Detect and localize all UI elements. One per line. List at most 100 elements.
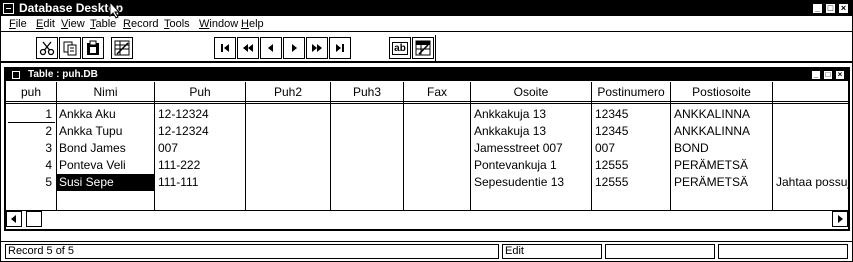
first-record-button[interactable] — [214, 37, 236, 59]
scroll-left-button[interactable] — [6, 211, 22, 227]
column-divider — [330, 102, 331, 210]
cell-puh[interactable]: 1 — [8, 106, 55, 123]
column-header-puh3[interactable]: Puh3 — [331, 82, 404, 102]
table-window-title: Table : puh.DB — [28, 69, 98, 80]
cell-postiosoite[interactable]: BOND — [674, 140, 771, 157]
last-record-button[interactable] — [329, 37, 351, 59]
status-bar: Record 5 of 5 Edit — [1, 241, 852, 261]
table-system-menu-icon[interactable] — [12, 71, 20, 79]
cell-nimi-selected[interactable]: Susi Sepe — [57, 174, 154, 191]
cell-postinumero[interactable]: 007 — [595, 140, 669, 157]
menu-bar: File Edit View Table Record Tools Window… — [1, 16, 852, 32]
copy-button[interactable] — [59, 37, 81, 59]
paste-icon — [85, 40, 101, 56]
column-header-postiosoite[interactable]: Postiosoite — [671, 82, 773, 102]
next-set-button[interactable] — [306, 37, 328, 59]
restructure-icon — [114, 40, 130, 56]
cell-postiosoite[interactable]: ANKKALINNA — [674, 106, 771, 123]
restructure-button[interactable] — [111, 37, 133, 59]
column-divider — [245, 102, 246, 210]
cell-puh1[interactable]: 111-111 — [158, 174, 244, 191]
table-window-title-bar: Table : puh.DB _ □ × — [6, 69, 848, 81]
menu-help[interactable]: Help — [241, 17, 264, 31]
prev-record-button[interactable] — [260, 37, 282, 59]
menu-view[interactable]: View — [61, 17, 85, 31]
column-divider — [470, 102, 471, 210]
column-divider — [154, 102, 155, 210]
toolbar: ab — [1, 33, 852, 63]
cell-postiosoite[interactable]: PERÄMETSÄ — [674, 174, 771, 191]
menu-edit[interactable]: Edit — [36, 17, 55, 31]
column-divider — [56, 102, 57, 210]
status-cell-4 — [718, 244, 848, 259]
table-minimize-button[interactable]: _ — [811, 70, 821, 80]
prev-record-icon — [265, 43, 277, 53]
header-divider — [6, 103, 848, 104]
close-button[interactable]: × — [838, 3, 849, 14]
cell-osoite[interactable]: Pontevankuja 1 — [474, 157, 590, 174]
horizontal-scrollbar[interactable] — [6, 210, 848, 227]
cell-puh[interactable]: 4 — [8, 157, 55, 174]
cell-postiosoite[interactable]: ANKKALINNA — [674, 123, 771, 140]
prev-set-icon — [242, 43, 254, 53]
menu-tools[interactable]: Tools — [164, 17, 190, 31]
menu-window[interactable]: Window — [199, 17, 238, 31]
column-divider — [772, 102, 773, 210]
cell-nimi[interactable]: Ankka Tupu — [59, 123, 153, 140]
prev-set-button[interactable] — [237, 37, 259, 59]
menu-file[interactable]: File — [9, 17, 27, 31]
column-header-extra[interactable] — [773, 82, 848, 102]
minimize-button[interactable]: _ — [812, 3, 823, 14]
cell-postinumero[interactable]: 12555 — [595, 157, 669, 174]
column-header-nimi[interactable]: Nimi — [57, 82, 155, 102]
column-divider — [403, 102, 404, 210]
cell-postiosoite[interactable]: PERÄMETSÄ — [674, 157, 771, 174]
field-view-button[interactable]: ab — [389, 37, 411, 59]
column-header-fax[interactable]: Fax — [404, 82, 471, 102]
cell-puh1[interactable]: 12-12324 — [158, 106, 244, 123]
cell-puh1[interactable]: 111-222 — [158, 157, 244, 174]
field-view-icon: ab — [392, 41, 408, 55]
scroll-thumb[interactable] — [26, 211, 42, 227]
cell-postinumero[interactable]: 12555 — [595, 174, 669, 191]
cell-nimi[interactable]: Bond James — [59, 140, 153, 157]
arrow-right-icon — [836, 212, 844, 226]
table-close-button[interactable]: × — [835, 70, 845, 80]
system-menu-icon[interactable] — [3, 3, 14, 14]
status-mode: Edit — [502, 244, 602, 259]
cell-osoite[interactable]: Sepesudentie 13 — [474, 174, 590, 191]
next-record-icon — [288, 43, 300, 53]
maximize-button[interactable]: □ — [825, 3, 836, 14]
cell-puh[interactable]: 3 — [8, 140, 55, 157]
arrow-left-icon — [10, 212, 18, 226]
next-record-button[interactable] — [283, 37, 305, 59]
scissors-icon — [39, 40, 55, 56]
column-header-postinumero[interactable]: Postinumero — [592, 82, 671, 102]
cell-osoite[interactable]: Ankkakuja 13 — [474, 106, 590, 123]
cell-osoite[interactable]: Ankkakuja 13 — [474, 123, 590, 140]
cell-puh1[interactable]: 12-12324 — [158, 123, 244, 140]
cell-puh[interactable]: 2 — [8, 123, 55, 140]
column-divider — [670, 102, 671, 210]
column-header-osoite[interactable]: Osoite — [471, 82, 592, 102]
cut-button[interactable] — [36, 37, 58, 59]
column-header-puh2[interactable]: Puh2 — [246, 82, 331, 102]
paste-button[interactable] — [82, 37, 104, 59]
edit-data-button[interactable] — [412, 37, 434, 59]
column-header-puh[interactable]: Puh — [155, 82, 246, 102]
cell-extra[interactable]: Jahtaa possuja — [776, 174, 848, 191]
cell-postinumero[interactable]: 12345 — [595, 123, 669, 140]
column-header-puh[interactable]: puh — [6, 82, 57, 102]
cell-postinumero[interactable]: 12345 — [595, 106, 669, 123]
menu-record[interactable]: Record — [123, 17, 158, 31]
window-title: Database Desktop — [19, 1, 124, 15]
cell-puh[interactable]: 5 — [8, 174, 55, 191]
cell-puh1[interactable]: 007 — [158, 140, 244, 157]
title-bar: Database Desktop _ □ × — [1, 1, 852, 16]
table-maximize-button[interactable]: □ — [823, 70, 833, 80]
cell-osoite[interactable]: Jamesstreet 007 — [474, 140, 590, 157]
data-grid: puh Nimi Puh Puh2 Puh3 Fax Osoite Postin… — [6, 82, 848, 210]
cell-nimi[interactable]: Ponteva Veli — [59, 157, 153, 174]
cell-nimi[interactable]: Ankka Aku — [59, 106, 153, 123]
scroll-right-button[interactable] — [832, 211, 848, 227]
